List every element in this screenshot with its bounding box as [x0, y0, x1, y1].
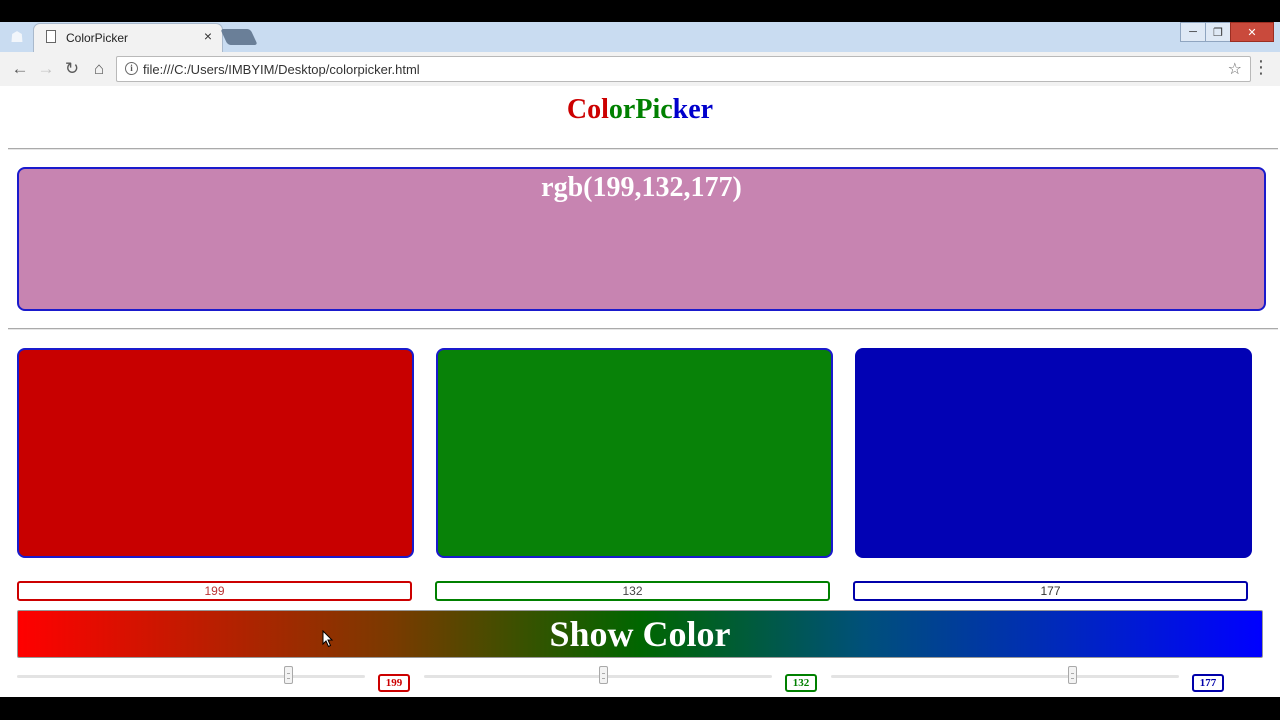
address-bar[interactable]: i file:///C:/Users/IMBYIM/Desktop/colorp…	[116, 56, 1251, 82]
green-slider[interactable]	[424, 666, 772, 684]
title-letter: o	[587, 94, 602, 125]
blue-slider-thumb[interactable]	[1067, 666, 1077, 684]
bookmark-star-icon[interactable]: ☆	[1228, 59, 1242, 79]
tab-title: ColorPicker	[66, 31, 129, 45]
green-swatch	[436, 348, 833, 558]
green-slider-value: 132	[785, 674, 817, 692]
title-letter: c	[660, 94, 673, 125]
window-close-icon[interactable]: ✕	[1230, 22, 1274, 42]
preview-rgb-text: rgb(199,132,177)	[541, 172, 742, 203]
close-tab-icon[interactable]: ×	[204, 28, 212, 44]
red-slider-thumb[interactable]	[283, 666, 293, 684]
menu-icon[interactable]: ⋮	[1252, 57, 1270, 78]
page-content: ColorPicker rgb(199,132,177) 199 132 177…	[0, 86, 1280, 697]
reload-icon[interactable]: ↻	[60, 57, 84, 81]
back-icon[interactable]: ←	[8, 57, 32, 81]
minimize-icon[interactable]: ─	[1180, 22, 1206, 42]
page-icon	[46, 30, 56, 43]
title-letter: C	[566, 94, 588, 125]
green-value-field[interactable]: 132	[435, 581, 830, 601]
page-title: ColorPicker	[0, 94, 1280, 126]
divider-top	[8, 148, 1278, 150]
blue-slider-value: 177	[1192, 674, 1224, 692]
tab-strip: ☗ ColorPicker × ─ ❐ ✕	[0, 22, 1280, 52]
window-controls: ─ ❐ ✕	[1180, 22, 1274, 42]
color-preview: rgb(199,132,177)	[17, 167, 1266, 311]
show-color-button[interactable]: Show Color	[17, 610, 1263, 658]
red-slider[interactable]	[17, 666, 365, 684]
browser-chrome: ☗ ColorPicker × ─ ❐ ✕ ← → ↻ ⌂ i file:///…	[0, 22, 1280, 86]
profile-icon[interactable]: ☗	[0, 22, 34, 52]
blue-slider[interactable]	[831, 666, 1179, 684]
blue-swatch	[855, 348, 1252, 558]
url-text[interactable]: file:///C:/Users/IMBYIM/Desktop/colorpic…	[143, 62, 420, 77]
red-value-field[interactable]: 199	[17, 581, 412, 601]
divider-middle	[8, 328, 1278, 330]
mouse-cursor-icon	[322, 630, 334, 648]
green-slider-thumb[interactable]	[599, 666, 609, 684]
title-letter: r	[622, 94, 636, 125]
bottom-bar	[0, 697, 1280, 720]
blue-value-field[interactable]: 177	[853, 581, 1248, 601]
title-letter: r	[700, 94, 714, 125]
forward-icon[interactable]: →	[34, 57, 58, 81]
red-slider-value: 199	[378, 674, 410, 692]
tab-colorpicker[interactable]: ColorPicker ×	[34, 24, 222, 52]
info-icon[interactable]: i	[125, 62, 138, 75]
home-icon[interactable]: ⌂	[87, 57, 111, 81]
title-letter: l	[601, 94, 609, 125]
browser-toolbar: ← → ↻ ⌂ i file:///C:/Users/IMBYIM/Deskto…	[0, 52, 1280, 86]
title-letter: o	[608, 94, 623, 125]
title-letter: P	[635, 94, 653, 125]
restore-icon[interactable]: ❐	[1205, 22, 1231, 42]
new-tab-button[interactable]	[220, 29, 258, 45]
title-letter: k	[672, 94, 689, 125]
red-swatch	[17, 348, 414, 558]
title-letter: e	[688, 94, 701, 125]
